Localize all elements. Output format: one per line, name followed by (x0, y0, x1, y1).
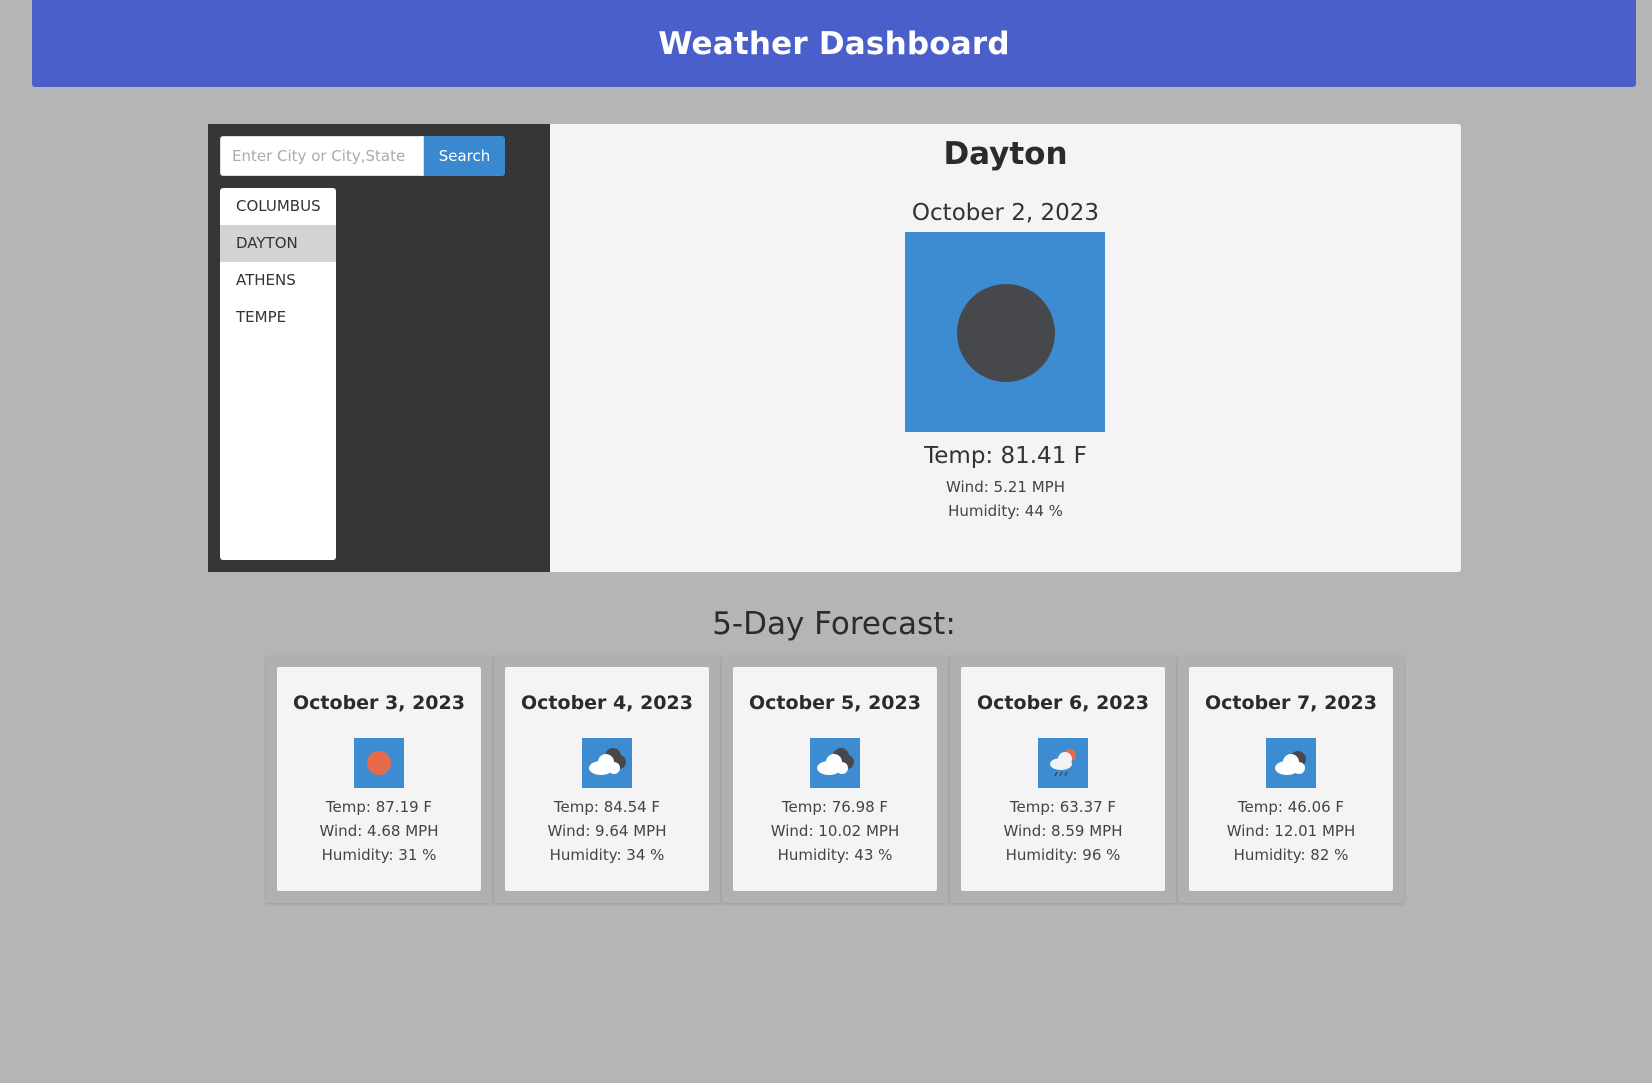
forecast-title: 5-Day Forecast: (712, 606, 956, 642)
forecast-temp: Temp: 87.19 F (325, 798, 433, 816)
forecast-card: October 3, 2023 Temp: 87.19 F Wind: 4.68… (266, 656, 492, 903)
cloudy-night-icon (810, 738, 860, 788)
current-wind: Wind: 5.21 MPH (946, 478, 1065, 496)
forecast-humidity: Humidity: 96 % (1005, 846, 1121, 864)
partly-cloudy-night-icon (1266, 738, 1316, 788)
forecast-card: October 5, 2023 Temp: 76.98 F Wind: 10.0… (722, 656, 948, 903)
current-city-name: Dayton (943, 136, 1068, 172)
forecast-card: October 7, 2023 Temp: 46.06 F Wind: 12.0… (1178, 656, 1404, 903)
forecast-wind: Wind: 10.02 MPH (770, 822, 900, 840)
forecast-date: October 4, 2023 (521, 692, 693, 714)
search-sidebar: Search COLUMBUS DAYTON ATHENS TEMPE (208, 124, 550, 572)
forecast-wind: Wind: 9.64 MPH (547, 822, 667, 840)
history-item-athens[interactable]: ATHENS (220, 262, 336, 299)
search-button[interactable]: Search (424, 136, 505, 176)
search-history-list: COLUMBUS DAYTON ATHENS TEMPE (220, 188, 336, 560)
forecast-date: October 7, 2023 (1205, 692, 1377, 714)
forecast-humidity: Humidity: 82 % (1233, 846, 1349, 864)
forecast-temp: Temp: 46.06 F (1237, 798, 1345, 816)
forecast-wind: Wind: 4.68 MPH (319, 822, 439, 840)
current-humidity: Humidity: 44 % (948, 502, 1063, 520)
current-date: October 2, 2023 (911, 200, 1100, 226)
history-item-tempe[interactable]: TEMPE (220, 299, 336, 336)
forecast-wind: Wind: 12.01 MPH (1226, 822, 1356, 840)
forecast-wind: Wind: 8.59 MPH (1003, 822, 1123, 840)
search-input[interactable] (220, 136, 424, 176)
forecast-temp: Temp: 84.54 F (553, 798, 661, 816)
forecast-humidity: Humidity: 31 % (321, 846, 437, 864)
cloudy-night-icon (582, 738, 632, 788)
current-weather-panel: Dayton October 2, 2023 Temp: 81.41 F Win… (550, 124, 1461, 572)
forecast-humidity: Humidity: 43 % (777, 846, 893, 864)
forecast-date: October 5, 2023 (749, 692, 921, 714)
sun-icon (354, 738, 404, 788)
app-header: Weather Dashboard (32, 0, 1636, 87)
app-title: Weather Dashboard (658, 25, 1010, 62)
forecast-card: October 4, 2023 Temp: 84.54 F Wind: 9.64… (494, 656, 720, 903)
forecast-date: October 3, 2023 (293, 692, 465, 714)
forecast-card: October 6, 2023 Temp: 63.37 F Wind: 8.59… (950, 656, 1176, 903)
forecast-row: October 3, 2023 Temp: 87.19 F Wind: 4.68… (266, 656, 1406, 903)
moon-icon (905, 232, 1105, 432)
history-item-dayton[interactable]: DAYTON (220, 225, 336, 262)
forecast-temp: Temp: 63.37 F (1009, 798, 1117, 816)
forecast-date: October 6, 2023 (977, 692, 1149, 714)
rain-icon (1038, 738, 1088, 788)
current-temp: Temp: 81.41 F (924, 443, 1087, 469)
forecast-temp: Temp: 76.98 F (781, 798, 889, 816)
forecast-humidity: Humidity: 34 % (549, 846, 665, 864)
history-item-columbus[interactable]: COLUMBUS (220, 188, 336, 225)
